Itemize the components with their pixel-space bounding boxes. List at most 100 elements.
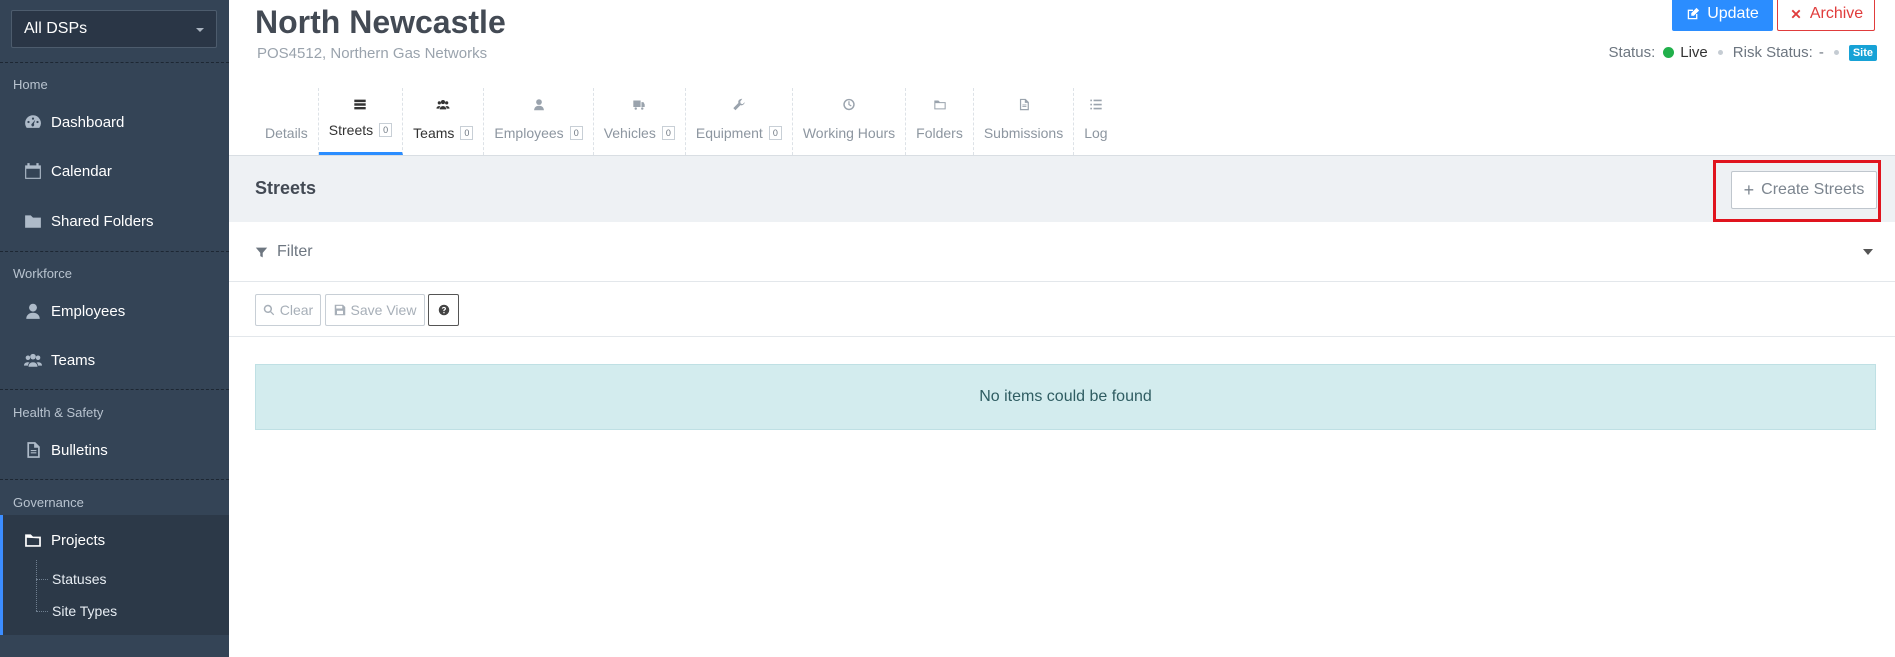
clear-button[interactable]: Clear <box>255 294 321 326</box>
sidebar-subitem-statuses[interactable]: Statuses <box>52 571 106 587</box>
tree-line <box>36 560 37 611</box>
sidebar-item-dashboard[interactable]: Dashboard <box>0 104 229 140</box>
sidebar-footer <box>0 635 229 657</box>
folder-icon <box>933 98 946 114</box>
filter-bar[interactable] <box>229 222 1895 282</box>
document-icon <box>24 441 42 459</box>
update-label: Update <box>1707 4 1759 22</box>
filter-icon <box>255 247 268 257</box>
tab-label: Equipment <box>695 125 763 141</box>
tab-equipment[interactable]: Equipment 0 <box>686 88 793 155</box>
update-button[interactable]: Update <box>1672 0 1773 31</box>
sidebar-item-bulletins[interactable]: Bulletins <box>0 432 229 468</box>
create-streets-label: Create Streets <box>1761 181 1865 198</box>
tab-label: Details <box>265 125 308 141</box>
user-icon <box>532 98 545 114</box>
tab-working-hours[interactable]: Working Hours <box>793 88 907 155</box>
list-icon <box>1089 98 1102 114</box>
tab-folders[interactable]: Folders <box>906 88 974 155</box>
users-icon <box>24 351 42 369</box>
truck-icon <box>633 98 646 114</box>
tab-vehicles[interactable]: Vehicles 0 <box>594 88 686 155</box>
tab-count: 0 <box>460 126 474 140</box>
user-icon <box>24 302 42 320</box>
status-row: Status: Live Risk Status: - Site <box>1609 44 1877 61</box>
tab-label: Folders <box>916 125 963 141</box>
toolbar <box>229 282 1895 337</box>
tab-count: 0 <box>661 126 675 140</box>
empty-state-message: No items could be found <box>255 364 1876 430</box>
archive-label: Archive <box>1809 4 1864 22</box>
sidebar-heading-governance: Governance <box>13 495 84 510</box>
clock-icon <box>842 98 855 114</box>
page-subtitle: POS4512, Northern Gas Networks <box>257 45 488 62</box>
sidebar-divider <box>0 251 229 252</box>
sidebar-item-projects[interactable]: Projects <box>0 522 229 558</box>
filter-label: Filter <box>277 243 313 260</box>
clear-label: Clear <box>279 302 314 318</box>
status-value: Live <box>1680 44 1708 61</box>
road-icon <box>354 98 367 114</box>
dsp-select-value: All DSPs <box>24 20 88 37</box>
separator-dot <box>1833 50 1839 55</box>
panel-title: Streets <box>255 178 317 198</box>
tab-count: 0 <box>379 123 393 137</box>
chevron-down-icon <box>196 28 204 32</box>
tab-label: Teams <box>413 125 455 141</box>
question-icon <box>438 304 449 316</box>
help-button[interactable] <box>428 294 459 326</box>
tab-label: Vehicles <box>603 125 656 141</box>
sidebar-item-label: Bulletins <box>51 441 108 459</box>
users-icon <box>436 98 450 114</box>
tab-count: 0 <box>768 126 782 140</box>
tab-submissions[interactable]: Submissions <box>974 88 1075 155</box>
status-label: Status: <box>1608 44 1656 61</box>
sidebar-divider <box>0 62 229 63</box>
close-icon <box>1791 9 1801 18</box>
sidebar: All DSPs Home Dashboard Calendar Shared … <box>0 0 229 657</box>
sidebar-item-label: Teams <box>51 351 96 369</box>
tab-details[interactable]: Details <box>255 88 319 155</box>
search-icon <box>263 304 274 316</box>
tab-label: Submissions <box>983 125 1064 141</box>
folder-icon <box>24 212 42 230</box>
sidebar-item-label: Dashboard <box>51 113 125 131</box>
sidebar-item-employees[interactable]: Employees <box>0 293 229 329</box>
sidebar-heading-health-safety: Health & Safety <box>13 405 104 420</box>
chevron-down-icon[interactable] <box>1863 249 1873 255</box>
filter-toggle[interactable]: Filter <box>255 243 313 261</box>
sidebar-item-label: Shared Folders <box>51 212 154 230</box>
risk-status-value: - <box>1818 44 1824 61</box>
tab-employees[interactable]: Employees 0 <box>484 88 594 155</box>
calendar-icon <box>24 162 42 180</box>
sidebar-item-label: Calendar <box>51 162 112 180</box>
gauge-icon <box>24 113 42 131</box>
sidebar-item-shared-folders[interactable]: Shared Folders <box>0 203 229 239</box>
tab-count: 0 <box>569 126 583 140</box>
sidebar-item-teams[interactable]: Teams <box>0 342 229 378</box>
sidebar-item-label: Projects <box>51 531 106 549</box>
panel-header <box>229 156 1895 222</box>
edit-icon <box>1687 7 1700 19</box>
sidebar-subitem-site-types[interactable]: Site Types <box>52 603 117 619</box>
archive-button[interactable]: Archive <box>1777 0 1875 31</box>
sidebar-divider <box>0 479 229 480</box>
create-streets-button[interactable]: + Create Streets <box>1731 171 1877 209</box>
tab-teams[interactable]: Teams 0 <box>403 88 485 155</box>
dsp-select[interactable]: All DSPs <box>11 10 217 48</box>
save-view-label: Save View <box>350 302 417 318</box>
plus-icon: + <box>1743 179 1755 200</box>
tab-label: Streets <box>328 122 374 138</box>
tab-bar: Details Streets 0 Teams 0 Employees 0 Vehic… <box>255 88 1118 155</box>
tree-tick <box>36 611 48 612</box>
tab-streets[interactable]: Streets 0 <box>318 88 404 155</box>
tree-tick <box>36 579 48 580</box>
risk-status-label: Risk Status: <box>1732 44 1813 61</box>
file-icon <box>1017 98 1030 114</box>
sidebar-item-calendar[interactable]: Calendar <box>0 153 229 189</box>
save-view-button[interactable]: Save View <box>325 294 425 326</box>
tab-label: Working Hours <box>802 125 896 141</box>
separator-dot <box>1717 50 1723 55</box>
tab-log[interactable]: Log <box>1074 88 1117 155</box>
tab-label: Log <box>1084 125 1108 141</box>
